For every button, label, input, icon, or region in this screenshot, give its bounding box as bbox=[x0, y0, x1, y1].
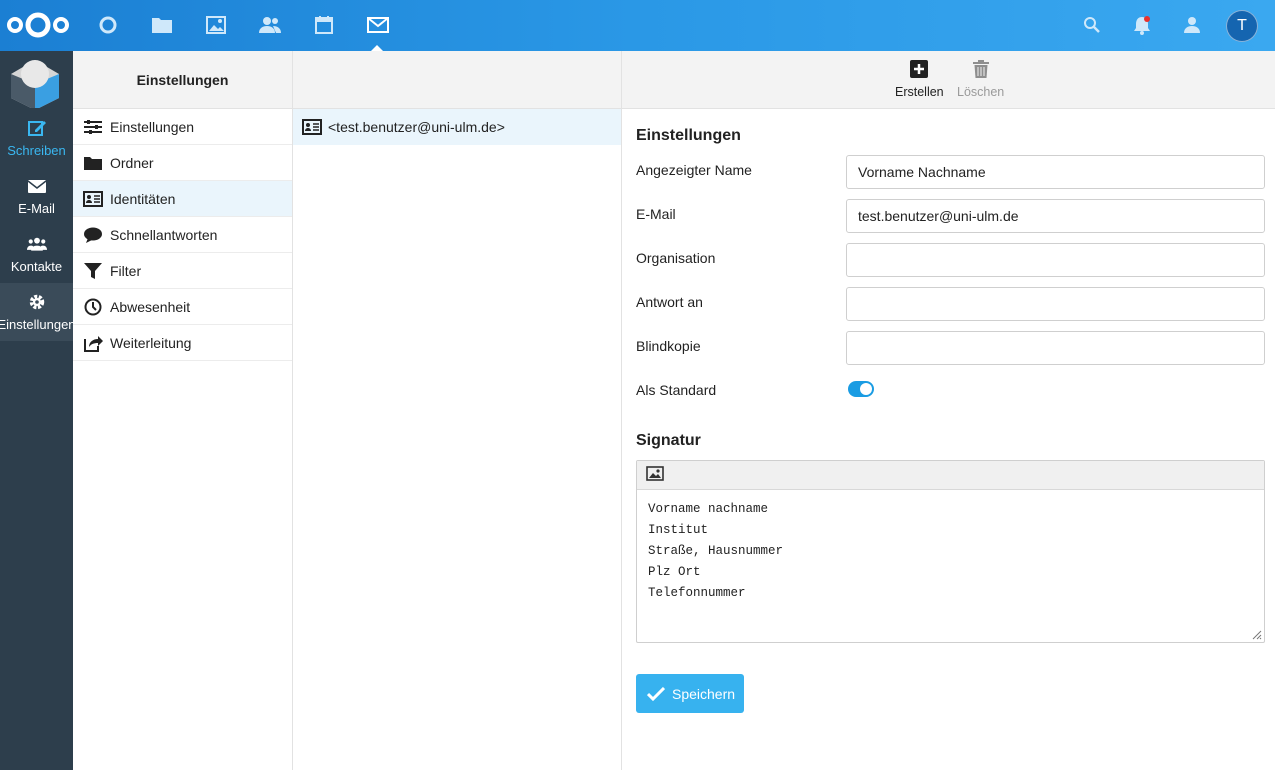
contacts-icon[interactable] bbox=[258, 13, 282, 37]
calendar-icon[interactable] bbox=[312, 13, 336, 37]
identity-list: <test.benutzer@uni-ulm.de> bbox=[293, 51, 622, 770]
default-label: Als Standard bbox=[636, 382, 717, 398]
resize-handle-icon[interactable] bbox=[1250, 628, 1262, 640]
checkmark-icon bbox=[647, 685, 667, 703]
nav-item-einstellungen[interactable]: Einstellungen bbox=[73, 109, 292, 145]
nextcloud-logo[interactable] bbox=[7, 11, 69, 39]
user-avatar[interactable]: T bbox=[1226, 10, 1258, 42]
reply-to-label: Antwort an bbox=[636, 294, 703, 310]
rail-item-compose[interactable]: Schreiben bbox=[0, 109, 73, 167]
notification-badge bbox=[1144, 16, 1150, 22]
nav-item-weiterleitung[interactable]: Weiterleitung bbox=[73, 325, 292, 361]
clock-icon bbox=[83, 297, 103, 317]
identity-email-label: <test.benutzer@uni-ulm.de> bbox=[328, 119, 505, 135]
nav-item-schnellantworten[interactable]: Schnellantworten bbox=[73, 217, 292, 253]
rail-item-label: E-Mail bbox=[18, 201, 55, 216]
files-icon[interactable] bbox=[150, 13, 174, 37]
nav-item-ordner[interactable]: Ordner bbox=[73, 145, 292, 181]
id-card-icon bbox=[302, 117, 324, 137]
top-bar: T bbox=[0, 0, 1275, 52]
signature-section-title: Signatur bbox=[636, 432, 701, 449]
forward-icon bbox=[83, 333, 103, 353]
delete-label: Löschen bbox=[957, 85, 1005, 99]
display-name-label: Angezeigter Name bbox=[636, 162, 752, 178]
signature-textarea[interactable]: Vorname nachname Institut Straße, Hausnu… bbox=[637, 490, 1264, 613]
photos-icon[interactable] bbox=[204, 13, 228, 37]
nav-item-label: Weiterleitung bbox=[110, 334, 192, 351]
nav-item-label: Einstellungen bbox=[110, 118, 195, 135]
email-field[interactable] bbox=[846, 199, 1265, 233]
plus-square-icon bbox=[909, 59, 929, 79]
signature-toolbar bbox=[637, 461, 1264, 490]
trash-icon bbox=[971, 59, 991, 79]
rail-item-settings[interactable]: Einstellungen bbox=[0, 283, 76, 341]
nav-item-label: Abwesenheit bbox=[110, 298, 191, 315]
nav-item-label: Identitäten bbox=[110, 190, 176, 207]
nav-item-label: Schnellantworten bbox=[110, 226, 218, 243]
compose-icon bbox=[27, 118, 47, 138]
gear-icon bbox=[27, 292, 47, 312]
bcc-label: Blindkopie bbox=[636, 338, 701, 354]
insert-image-icon[interactable] bbox=[646, 466, 664, 484]
settings-section-title: Einstellungen bbox=[636, 127, 741, 144]
create-button[interactable]: Erstellen bbox=[895, 59, 944, 99]
rail-item-label: Schreiben bbox=[7, 143, 66, 158]
organisation-field[interactable] bbox=[846, 243, 1265, 277]
display-name-field[interactable] bbox=[846, 155, 1265, 189]
funnel-icon bbox=[83, 261, 103, 281]
email-label: E-Mail bbox=[636, 206, 676, 222]
nav-item-filter[interactable]: Filter bbox=[73, 253, 292, 289]
settings-navigation: Einstellungen Einstellungen Ordner Ident… bbox=[73, 51, 293, 770]
rail-item-label: Kontakte bbox=[10, 259, 63, 274]
bcc-field[interactable] bbox=[846, 331, 1265, 365]
organisation-label: Organisation bbox=[636, 250, 716, 266]
envelope-icon bbox=[27, 176, 47, 196]
identity-detail-panel: Erstellen Löschen Einstellungen Angezeig… bbox=[622, 51, 1275, 770]
rail-item-contacts[interactable]: Kontakte bbox=[0, 225, 73, 283]
identity-list-item[interactable]: <test.benutzer@uni-ulm.de> bbox=[293, 109, 621, 145]
save-button[interactable]: Speichern bbox=[636, 674, 744, 713]
sliders-icon bbox=[83, 117, 103, 137]
rail-item-label: Einstellungen bbox=[0, 317, 76, 332]
settings-nav-title: Einstellungen bbox=[73, 51, 292, 109]
identity-list-header bbox=[293, 51, 621, 109]
create-label: Erstellen bbox=[895, 85, 944, 99]
default-toggle[interactable] bbox=[848, 381, 874, 397]
mail-app-logo bbox=[11, 60, 59, 108]
app-navigation-rail: Schreiben E-Mail Kontakte Einstellungen bbox=[0, 51, 76, 770]
nav-item-identitaeten[interactable]: Identitäten bbox=[73, 181, 292, 217]
detail-toolbar: Erstellen Löschen bbox=[622, 51, 1275, 109]
save-label: Speichern bbox=[672, 685, 736, 702]
dashboard-icon[interactable] bbox=[96, 13, 120, 37]
nav-item-label: Ordner bbox=[110, 154, 154, 171]
speech-bubble-icon bbox=[83, 225, 103, 245]
search-icon[interactable] bbox=[1081, 14, 1103, 36]
rail-item-mail[interactable]: E-Mail bbox=[0, 167, 73, 225]
signature-editor: Vorname nachname Institut Straße, Hausnu… bbox=[636, 460, 1265, 643]
folder-icon bbox=[83, 153, 103, 173]
nav-item-label: Filter bbox=[110, 262, 142, 279]
contacts-menu-icon[interactable] bbox=[1181, 14, 1203, 36]
contacts-icon bbox=[26, 234, 47, 254]
id-card-icon bbox=[83, 189, 103, 209]
reply-to-field[interactable] bbox=[846, 287, 1265, 321]
nav-item-abwesenheit[interactable]: Abwesenheit bbox=[73, 289, 292, 325]
delete-button[interactable]: Löschen bbox=[957, 59, 1004, 99]
mail-icon[interactable] bbox=[366, 13, 390, 37]
